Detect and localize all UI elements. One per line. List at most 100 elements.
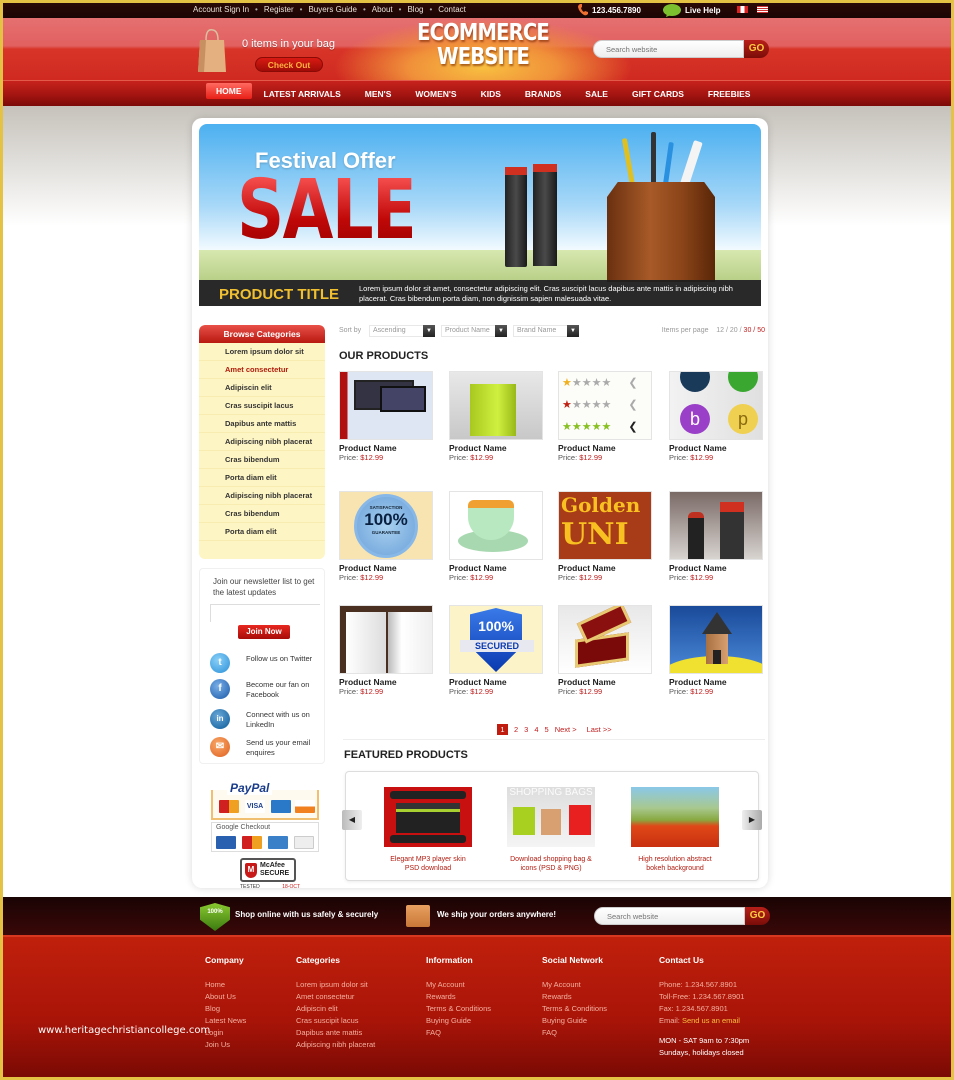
- email-link[interactable]: Send us an email: [682, 1016, 740, 1025]
- sort-field-select[interactable]: Product Name ▼: [441, 325, 507, 337]
- footer-link[interactable]: Blog: [205, 1003, 246, 1015]
- footer-link[interactable]: FAQ: [426, 1027, 491, 1039]
- product-name[interactable]: Product Name: [339, 677, 435, 687]
- footer-search-go-button[interactable]: GO: [745, 907, 770, 925]
- product-card[interactable]: Golden UNI Product Name Price: $12.99: [558, 491, 654, 587]
- footer-link[interactable]: Home: [205, 979, 246, 991]
- product-name[interactable]: Product Name: [558, 677, 654, 687]
- product-image-green-bag[interactable]: [449, 371, 543, 440]
- sort-order-select[interactable]: Ascending ▼: [369, 325, 435, 337]
- product-card[interactable]: Product Name Price: $12.99: [449, 371, 545, 467]
- category-item[interactable]: Cras bibendum: [199, 505, 325, 523]
- product-name[interactable]: Product Name: [669, 677, 765, 687]
- product-name[interactable]: Product Name: [669, 443, 765, 453]
- featured-item[interactable]: Elegant MP3 player skin PSD download: [384, 787, 472, 873]
- featured-item[interactable]: High resolution abstract bokeh backgroun…: [631, 787, 719, 873]
- mcafee-secure-badge[interactable]: M McAfee SECURE: [240, 858, 296, 882]
- product-card[interactable]: Product Name Price: $12.99: [449, 491, 545, 587]
- page-2[interactable]: 2: [514, 725, 518, 734]
- canada-flag-icon[interactable]: [737, 6, 748, 13]
- product-name[interactable]: Product Name: [339, 443, 435, 453]
- product-image-secured-shield[interactable]: 100% SECURED: [449, 605, 543, 674]
- social-twitter[interactable]: t Follow us on Twitter: [210, 653, 325, 673]
- category-item[interactable]: Cras suscipit lacus: [199, 397, 325, 415]
- footer-link[interactable]: Amet consectetur: [296, 991, 375, 1003]
- category-item[interactable]: Cras bibendum: [199, 451, 325, 469]
- product-card[interactable]: Product Name Price: $12.99: [669, 605, 765, 701]
- nav-womens[interactable]: WOMEN'S: [403, 81, 468, 107]
- category-item[interactable]: Porta diam elit: [199, 469, 325, 487]
- footer-link[interactable]: Adipiscing nibh placerat: [296, 1039, 375, 1051]
- ipp-option-50[interactable]: 50: [757, 327, 765, 334]
- product-image-star-ratings[interactable]: ★★★★★ ❮ ★★★★★ ❮ ★★★★★ ❮: [558, 371, 652, 440]
- product-name[interactable]: Product Name: [449, 563, 545, 573]
- carousel-next-button[interactable]: ▶: [742, 810, 762, 830]
- featured-caption[interactable]: High resolution abstract bokeh backgroun…: [631, 855, 719, 873]
- social-linkedin[interactable]: in Connect with us on LinkedIn: [210, 709, 325, 730]
- category-item[interactable]: Porta diam elit: [199, 523, 325, 541]
- nav-latest-arrivals[interactable]: LATEST ARRIVALS: [252, 81, 353, 107]
- category-item[interactable]: Adipiscin elit: [199, 379, 325, 397]
- account-sign-in-link[interactable]: Account Sign In: [193, 5, 249, 14]
- nav-kids[interactable]: KIDS: [469, 81, 513, 107]
- footer-link[interactable]: My Account: [426, 979, 491, 991]
- newsletter-email-input[interactable]: [210, 604, 320, 622]
- carousel-prev-button[interactable]: ◀: [342, 810, 362, 830]
- ipp-option-30[interactable]: 30: [744, 327, 752, 334]
- nav-freebies[interactable]: FREEBIES: [696, 81, 763, 107]
- product-card[interactable]: Product Name Price: $12.99: [558, 605, 654, 701]
- contact-link[interactable]: Contact: [438, 5, 466, 14]
- product-image-bottles[interactable]: [669, 491, 763, 560]
- footer-link[interactable]: FAQ: [542, 1027, 607, 1039]
- featured-image-mp3-skin[interactable]: [384, 787, 472, 847]
- nav-mens[interactable]: MEN'S: [353, 81, 404, 107]
- product-card[interactable]: Product Name Price: $12.99: [339, 605, 435, 701]
- brand-select[interactable]: Brand Name ▼: [513, 325, 579, 337]
- category-item[interactable]: Amet consectetur: [199, 361, 325, 379]
- footer-link[interactable]: Buying Guide: [426, 1015, 491, 1027]
- product-card[interactable]: Product Name Price: $12.99: [339, 371, 435, 467]
- footer-link[interactable]: Latest News: [205, 1015, 246, 1027]
- footer-link[interactable]: Buying Guide: [542, 1015, 607, 1027]
- product-image-social-buttons[interactable]: b p: [669, 371, 763, 440]
- footer-link[interactable]: Cras suscipit lacus: [296, 1015, 375, 1027]
- footer-link[interactable]: Login: [205, 1027, 246, 1039]
- product-card[interactable]: b p Product Name Price: $12.99: [669, 371, 765, 467]
- page-4[interactable]: 4: [534, 725, 538, 734]
- footer-link[interactable]: Dapibus ante mattis: [296, 1027, 375, 1039]
- category-item[interactable]: Adipiscing nibh placerat: [199, 433, 325, 451]
- footer-link[interactable]: Terms & Conditions: [426, 1003, 491, 1015]
- nav-sale[interactable]: SALE: [573, 81, 620, 107]
- product-image-tea-cup[interactable]: [449, 491, 543, 560]
- product-name[interactable]: Product Name: [339, 563, 435, 573]
- product-image-golden-text[interactable]: Golden UNI: [558, 491, 652, 560]
- featured-item[interactable]: SHOPPING BAGS Download shopping bag & ic…: [507, 787, 595, 873]
- ipp-option-12[interactable]: 12: [716, 327, 724, 334]
- product-name[interactable]: Product Name: [449, 677, 545, 687]
- product-name[interactable]: Product Name: [558, 563, 654, 573]
- footer-link[interactable]: Terms & Conditions: [542, 1003, 607, 1015]
- nav-brands[interactable]: BRANDS: [513, 81, 573, 107]
- featured-caption[interactable]: Download shopping bag & icons (PSD & PNG…: [507, 855, 595, 873]
- about-link[interactable]: About: [372, 5, 393, 14]
- footer-link[interactable]: Join Us: [205, 1039, 246, 1051]
- product-image-hut[interactable]: [669, 605, 763, 674]
- product-name[interactable]: Product Name: [669, 563, 765, 573]
- product-image-treasure-chest[interactable]: [558, 605, 652, 674]
- page-1[interactable]: 1: [497, 724, 508, 735]
- category-item[interactable]: Adipiscing nibh placerat: [199, 487, 325, 505]
- product-image-guarantee-seal[interactable]: SATISFACTION 100% GUARANTEE: [339, 491, 433, 560]
- product-name[interactable]: Product Name: [558, 443, 654, 453]
- footer-link[interactable]: About Us: [205, 991, 246, 1003]
- product-card[interactable]: ★★★★★ ❮ ★★★★★ ❮ ★★★★★ ❮ Product Name Pri…: [558, 371, 654, 467]
- footer-search-input[interactable]: [594, 907, 745, 925]
- buyers-guide-link[interactable]: Buyers Guide: [308, 5, 356, 14]
- usa-flag-icon[interactable]: [757, 6, 768, 13]
- nav-gift-cards[interactable]: GIFT CARDS: [620, 81, 696, 107]
- page-5[interactable]: 5: [545, 725, 549, 734]
- search-go-button[interactable]: GO: [744, 40, 769, 58]
- search-input[interactable]: [593, 40, 744, 58]
- blog-link[interactable]: Blog: [407, 5, 423, 14]
- live-help-button[interactable]: Live Help: [663, 4, 721, 17]
- footer-link[interactable]: Rewards: [542, 991, 607, 1003]
